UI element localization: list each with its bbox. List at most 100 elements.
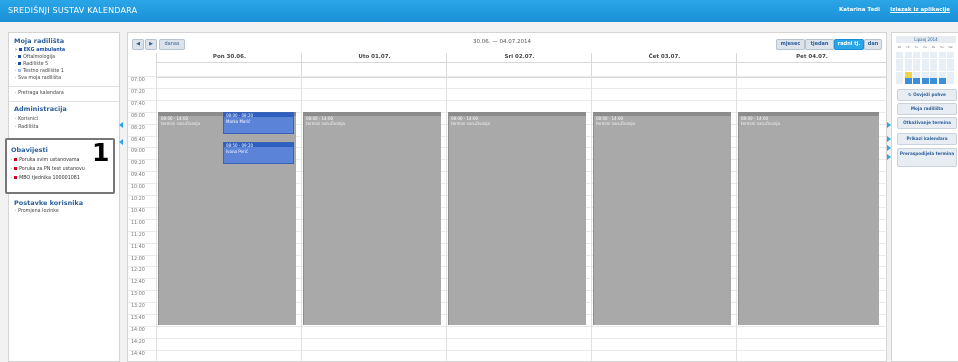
mini-weekday-label: Po (897, 45, 902, 49)
mini-calendar-day[interactable] (896, 78, 903, 84)
day-divider (301, 76, 302, 361)
mini-calendar-day[interactable] (921, 58, 929, 65)
mini-calendar-day[interactable] (913, 58, 920, 65)
top-bar: SREDIŠNJI SUSTAV KALENDARA Katarina Tedi… (0, 0, 958, 22)
mini-calendar-day[interactable] (904, 65, 912, 71)
time-label: 14:40 (131, 351, 145, 357)
time-row-line (128, 99, 886, 101)
mini-calendar-day[interactable] (938, 52, 946, 58)
block-label: termini naručivanja (741, 121, 780, 126)
my-units-button[interactable]: Moja radilišta (897, 103, 957, 115)
appointment-time: 08:00 - 08:20 (226, 113, 254, 118)
mini-calendar-day[interactable] (938, 78, 946, 84)
divider (9, 86, 119, 87)
reschedule-button[interactable]: Preraspodijela termina (897, 148, 957, 167)
unit-item-oftalmologija[interactable]: · Oftalmologija (15, 55, 55, 60)
time-label: 12:00 (131, 256, 145, 262)
mini-calendar-day[interactable] (896, 58, 903, 65)
collapse-left-arrow-icon[interactable] (119, 139, 123, 145)
admin-item-units[interactable]: · Radilišta (15, 125, 39, 130)
mini-weekday-label: Sr (914, 45, 919, 49)
mini-calendar-day[interactable] (947, 71, 954, 78)
mini-calendar: Lipanj 2014 Po Ut Sr Če Pe Su Ne (896, 36, 956, 92)
availability-block[interactable]: 08:00 - 14:00 termini naručivanja (448, 112, 586, 325)
mini-calendar-day[interactable] (938, 65, 946, 71)
mini-calendar-day[interactable] (921, 65, 929, 71)
availability-block[interactable]: 08:00 - 14:00 termini naručivanja (593, 112, 731, 325)
notifications-heading: Obavijesti (11, 146, 48, 154)
mini-calendar-day[interactable] (921, 52, 929, 58)
mini-calendar-day[interactable] (947, 58, 954, 65)
calendar-views-button[interactable]: Prikazi kalendara (897, 133, 957, 145)
mini-calendar-day[interactable] (896, 65, 903, 71)
mini-calendar-day[interactable] (921, 71, 929, 78)
prev-week-button[interactable]: ◀ (132, 39, 144, 50)
today-button[interactable]: danas (159, 39, 185, 50)
availability-block[interactable]: 08:00 - 14:00 termini naručivanja (738, 112, 879, 325)
notification-item[interactable]: · Poruka svim ustanovama (11, 158, 79, 163)
day-divider (736, 76, 737, 361)
mini-calendar-day[interactable] (947, 65, 954, 71)
unit-item-radiliste-5[interactable]: · Radilište 5 (15, 62, 48, 67)
view-day-button[interactable]: dan (864, 39, 882, 50)
mini-calendar-day[interactable] (921, 78, 929, 84)
unit-item-testno[interactable]: · Testno radilište 1 (15, 69, 64, 74)
mini-calendar-day[interactable] (930, 78, 937, 84)
next-week-button[interactable]: ▶ (145, 39, 157, 50)
app-title: SREDIŠNJI SUSTAV KALENDARA (8, 6, 138, 15)
day-header: Pet 04.07. (736, 53, 887, 62)
unit-color-icon (18, 62, 22, 65)
admin-item-users[interactable]: · Korisnici (15, 117, 38, 122)
appointment[interactable]: 08:00 - 08:20 Ivana Perić Marko Marić (223, 112, 294, 134)
appointment-time: 08:50 - 09:20 (226, 143, 254, 148)
prev-arrow-icon: ◀ (136, 41, 140, 47)
mini-calendar-day[interactable] (913, 78, 920, 84)
change-password-link[interactable]: · Promjena lozinke (15, 209, 59, 214)
mini-calendar-day[interactable] (930, 58, 937, 65)
view-week-button[interactable]: tjedan (805, 39, 834, 50)
view-workweek-button[interactable]: radni tj. (834, 39, 864, 50)
time-row-line (128, 87, 886, 89)
time-label: 10:00 (131, 185, 145, 191)
refresh-button[interactable]: ↻ Osvježi pohve (897, 89, 957, 101)
next-arrow-icon: ▶ (149, 41, 153, 47)
mini-calendar-day[interactable] (904, 52, 912, 58)
time-label: 09:20 (131, 161, 145, 167)
search-calendar-link[interactable]: · Pretraga kalendara (15, 91, 64, 96)
mini-calendar-day[interactable] (938, 58, 946, 65)
time-label: 08:20 (131, 125, 145, 131)
mini-calendar-day[interactable] (896, 52, 903, 58)
notification-item[interactable]: · Poruka za PN test ustanovu (11, 167, 85, 172)
time-label: 08:00 (131, 113, 145, 119)
mini-calendar-day[interactable] (930, 52, 937, 58)
mini-calendar-day[interactable] (913, 52, 920, 58)
view-month-button[interactable]: mjesec (776, 39, 805, 50)
availability-block[interactable]: 08:00 - 14:00 termini naručivanja (303, 112, 441, 325)
mini-calendar-day[interactable] (938, 71, 946, 78)
right-panel: Lipanj 2014 Po Ut Sr Če Pe Su Ne ↻ Osvježi poh… (891, 32, 958, 362)
unit-item-ekg[interactable]: › EKG ambulanta (15, 48, 65, 53)
time-label: 11:00 (131, 220, 145, 226)
time-label: 13:40 (131, 316, 145, 321)
time-label: 13:20 (131, 304, 145, 310)
mini-calendar-day[interactable] (904, 78, 912, 84)
collapse-left-arrow-icon[interactable] (119, 122, 123, 128)
mini-calendar-day[interactable] (896, 71, 903, 78)
mini-calendar-day[interactable] (913, 65, 920, 71)
cancel-appointments-button[interactable]: Otkaživanje termina (897, 117, 957, 129)
logout-link[interactable]: Izlazak iz aplikacije (890, 7, 950, 13)
mini-calendar-day[interactable] (930, 71, 937, 78)
time-row-line (128, 76, 886, 77)
notification-item[interactable]: · MBO tjednika 100001081 (11, 176, 80, 181)
mini-calendar-day[interactable] (913, 71, 920, 78)
mini-calendar-day[interactable] (947, 52, 954, 58)
date-range: 30.06. — 04.07.2014 (473, 39, 531, 45)
notification-icon (14, 167, 18, 170)
mini-calendar-day[interactable] (947, 78, 954, 84)
mini-calendar-day[interactable] (904, 71, 912, 78)
mini-calendar-day[interactable] (904, 58, 912, 65)
block-label: termini naručivanja (306, 121, 345, 126)
appointment[interactable]: 08:50 - 09:20 Ivana Perić (223, 142, 294, 164)
unit-item-all[interactable]: · Sva moja radilišta (15, 76, 61, 81)
mini-calendar-day[interactable] (930, 65, 937, 71)
